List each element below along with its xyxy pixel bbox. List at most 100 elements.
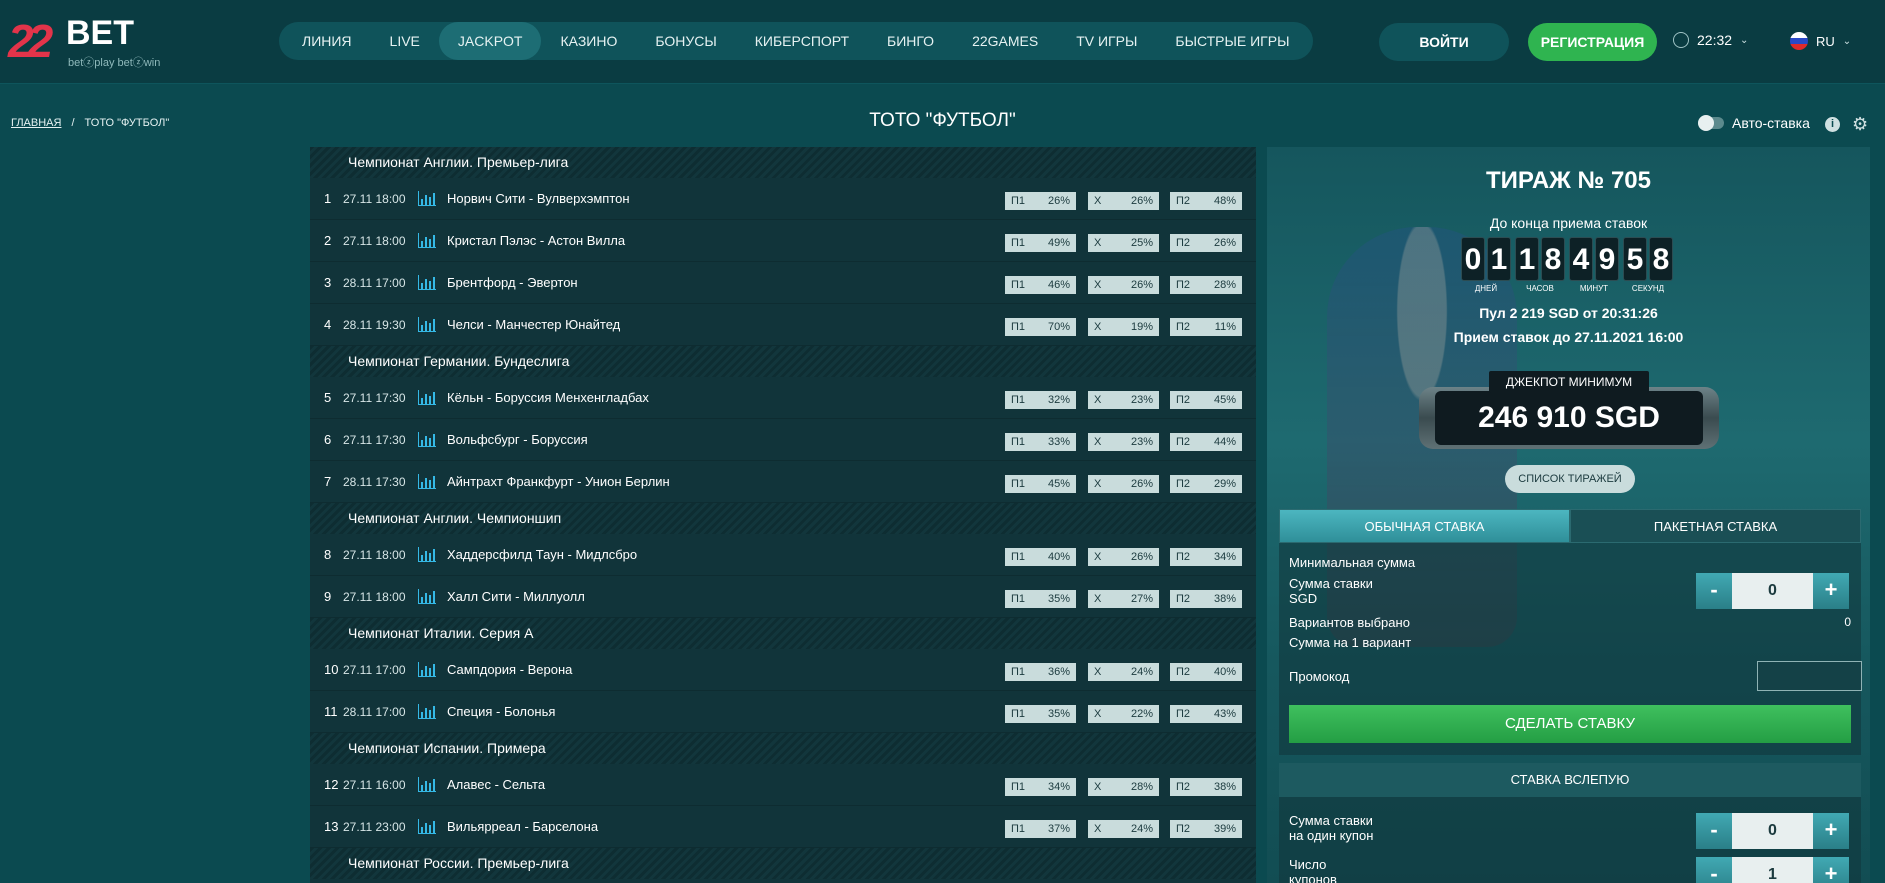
nav-item-8[interactable]: TV ИГРЫ — [1057, 22, 1156, 60]
outcome-p2-button[interactable]: П2 43% — [1170, 705, 1242, 723]
draw-list-button[interactable]: СПИСОК ТИРАЖЕЙ — [1505, 465, 1635, 493]
outcome-x-button[interactable]: Х 23% — [1088, 391, 1159, 409]
gear-icon[interactable]: ⚙ — [1852, 115, 1868, 133]
outcome-x-button[interactable]: Х 27% — [1088, 590, 1159, 608]
outcome-p2-button[interactable]: П2 44% — [1170, 433, 1242, 451]
stake-input[interactable]: 0 — [1732, 573, 1813, 609]
login-button[interactable]: ВОЙТИ — [1379, 23, 1509, 61]
outcome-x-button[interactable]: Х 26% — [1088, 276, 1159, 294]
outcome-p1-button[interactable]: П1 35% — [1005, 590, 1076, 608]
outcome-p1-button[interactable]: П1 70% — [1005, 318, 1076, 336]
stats-icon[interactable] — [418, 317, 436, 332]
match-row[interactable]: 8 27.11 18:00 Хаддерсфилд Таун - Мидлсбро П… — [310, 534, 1256, 576]
outcome-p2-button[interactable]: П2 38% — [1170, 778, 1242, 796]
outcome-x-button[interactable]: Х 26% — [1088, 548, 1159, 566]
stats-icon[interactable] — [418, 191, 436, 206]
outcome-x-button[interactable]: Х 22% — [1088, 705, 1159, 723]
clock[interactable]: 22:32 ⌄ — [1673, 32, 1748, 48]
brand-logo[interactable]: 22 BET betⓩplay betⓩwin — [8, 10, 178, 70]
outcome-p1-button[interactable]: П1 45% — [1005, 475, 1076, 493]
outcome-x-button[interactable]: Х 24% — [1088, 820, 1159, 838]
outcome-x-button[interactable]: Х 25% — [1088, 234, 1159, 252]
outcome-x-button[interactable]: Х 26% — [1088, 192, 1159, 210]
stats-icon[interactable] — [418, 662, 436, 677]
outcome-p1-button[interactable]: П1 36% — [1005, 663, 1076, 681]
stats-icon[interactable] — [418, 704, 436, 719]
outcome-x-button[interactable]: Х 26% — [1088, 475, 1159, 493]
nav-item-3[interactable]: КАЗИНО — [541, 22, 636, 60]
nav-item-7[interactable]: 22GAMES — [953, 22, 1057, 60]
autobet-toggle[interactable]: Авто-ставка — [1698, 115, 1810, 131]
stats-icon[interactable] — [418, 233, 436, 248]
coupons-input[interactable]: 1 — [1732, 857, 1813, 883]
nav-item-9[interactable]: БЫСТРЫЕ ИГРЫ — [1156, 22, 1308, 60]
outcome-p2-button[interactable]: П2 11% — [1170, 318, 1242, 336]
nav-item-1[interactable]: LIVE — [371, 22, 439, 60]
stats-icon[interactable] — [418, 432, 436, 447]
match-row[interactable]: 2 27.11 18:00 Кристал Пэлэс - Астон Вилла П… — [310, 220, 1256, 262]
stats-icon[interactable] — [418, 777, 436, 792]
outcome-p2-button[interactable]: П2 28% — [1170, 276, 1242, 294]
outcome-p1-button[interactable]: П1 49% — [1005, 234, 1076, 252]
outcome-x-button[interactable]: Х 24% — [1088, 663, 1159, 681]
outcome-p1-button[interactable]: П1 26% — [1005, 192, 1076, 210]
nav-item-0[interactable]: ЛИНИЯ — [283, 22, 371, 60]
info-icon[interactable]: i — [1825, 117, 1840, 132]
stake-plus-button[interactable]: + — [1813, 573, 1849, 609]
match-row[interactable]: 4 28.11 19:30 Челси - Манчестер Юнайтед П1 7… — [310, 304, 1256, 346]
outcome-x-button[interactable]: Х 19% — [1088, 318, 1159, 336]
blind-sum-plus-button[interactable]: + — [1813, 813, 1849, 849]
outcome-x-button[interactable]: Х 23% — [1088, 433, 1159, 451]
stats-icon[interactable] — [418, 547, 436, 562]
tab-regular-bet[interactable]: ОБЫЧНАЯ СТАВКА — [1279, 509, 1570, 543]
outcome-p2-button[interactable]: П2 48% — [1170, 192, 1242, 210]
blind-sum-minus-button[interactable]: - — [1696, 813, 1732, 849]
outcome-p1-button[interactable]: П1 32% — [1005, 391, 1076, 409]
outcome-p2-button[interactable]: П2 39% — [1170, 820, 1242, 838]
match-row[interactable]: 5 27.11 17:30 Кёльн - Боруссия Менхенгладб… — [310, 377, 1256, 419]
stats-icon[interactable] — [418, 819, 436, 834]
outcome-p1-button[interactable]: П1 33% — [1005, 433, 1076, 451]
promo-input[interactable] — [1757, 661, 1862, 691]
outcome-p2-button[interactable]: П2 38% — [1170, 590, 1242, 608]
outcome-p1-button[interactable]: П1 35% — [1005, 705, 1076, 723]
nav-item-2[interactable]: JACKPOT — [438, 22, 542, 60]
nav-item-4[interactable]: БОНУСЫ — [636, 22, 735, 60]
outcome-p1-button[interactable]: П1 34% — [1005, 778, 1076, 796]
outcome-p1-button[interactable]: П1 40% — [1005, 548, 1076, 566]
match-row[interactable]: 1 27.11 18:00 Норвич Сити - Вулверхэмптон П… — [310, 178, 1256, 220]
register-button[interactable]: РЕГИСТРАЦИЯ — [1528, 23, 1657, 61]
match-row[interactable]: 12 27.11 16:00 Алавес - Сельта П1 34% Х 28% П2 3… — [310, 764, 1256, 806]
match-row[interactable]: 7 28.11 17:30 Айнтрахт Франкфурт - Унион Б… — [310, 461, 1256, 503]
outcome-p2-button[interactable]: П2 29% — [1170, 475, 1242, 493]
stake-minus-button[interactable]: - — [1696, 573, 1732, 609]
stats-icon[interactable] — [418, 390, 436, 405]
coupons-minus-button[interactable]: - — [1696, 857, 1732, 883]
match-row[interactable]: 3 28.11 17:00 Брентфорд - Эвертон П1 46% Х 26%… — [310, 262, 1256, 304]
nav-item-5[interactable]: КИБЕРСПОРТ — [736, 22, 868, 60]
outcome-p2-button[interactable]: П2 34% — [1170, 548, 1242, 566]
outcome-p1-button[interactable]: П1 46% — [1005, 276, 1076, 294]
stats-icon[interactable] — [418, 275, 436, 290]
match-row[interactable]: 11 28.11 17:00 Специя - Болонья П1 35% Х 22% П2… — [310, 691, 1256, 733]
stats-icon[interactable] — [418, 589, 436, 604]
outcome-p2-button[interactable]: П2 45% — [1170, 391, 1242, 409]
outcome-p2-button[interactable]: П2 40% — [1170, 663, 1242, 681]
match-row[interactable]: 9 27.11 18:00 Халл Сити - Миллуолл П1 35% Х 27… — [310, 576, 1256, 618]
make-bet-button[interactable]: СДЕЛАТЬ СТАВКУ — [1289, 705, 1851, 743]
outcome-p2-button[interactable]: П2 26% — [1170, 234, 1242, 252]
nav-item-6[interactable]: БИНГО — [868, 22, 953, 60]
match-row[interactable]: 10 27.11 17:00 Сампдория - Верона П1 36% Х 24%… — [310, 649, 1256, 691]
blind-sum-input[interactable]: 0 — [1732, 813, 1813, 849]
language-selector[interactable]: RU ⌄ — [1790, 32, 1851, 50]
outcome-percent: 29% — [1213, 478, 1236, 490]
stats-icon[interactable] — [418, 474, 436, 489]
toggle-switch[interactable] — [1698, 115, 1724, 131]
coupons-plus-button[interactable]: + — [1813, 857, 1849, 883]
breadcrumb-home[interactable]: ГЛАВНАЯ — [11, 117, 61, 129]
tab-package-bet[interactable]: ПАКЕТНАЯ СТАВКА — [1570, 509, 1861, 543]
outcome-x-button[interactable]: Х 28% — [1088, 778, 1159, 796]
match-row[interactable]: 6 27.11 17:30 Вольфсбург - Боруссия П1 33% Х 2… — [310, 419, 1256, 461]
match-row[interactable]: 13 27.11 23:00 Вильярреал - Барселона П1 37%… — [310, 806, 1256, 848]
outcome-p1-button[interactable]: П1 37% — [1005, 820, 1076, 838]
